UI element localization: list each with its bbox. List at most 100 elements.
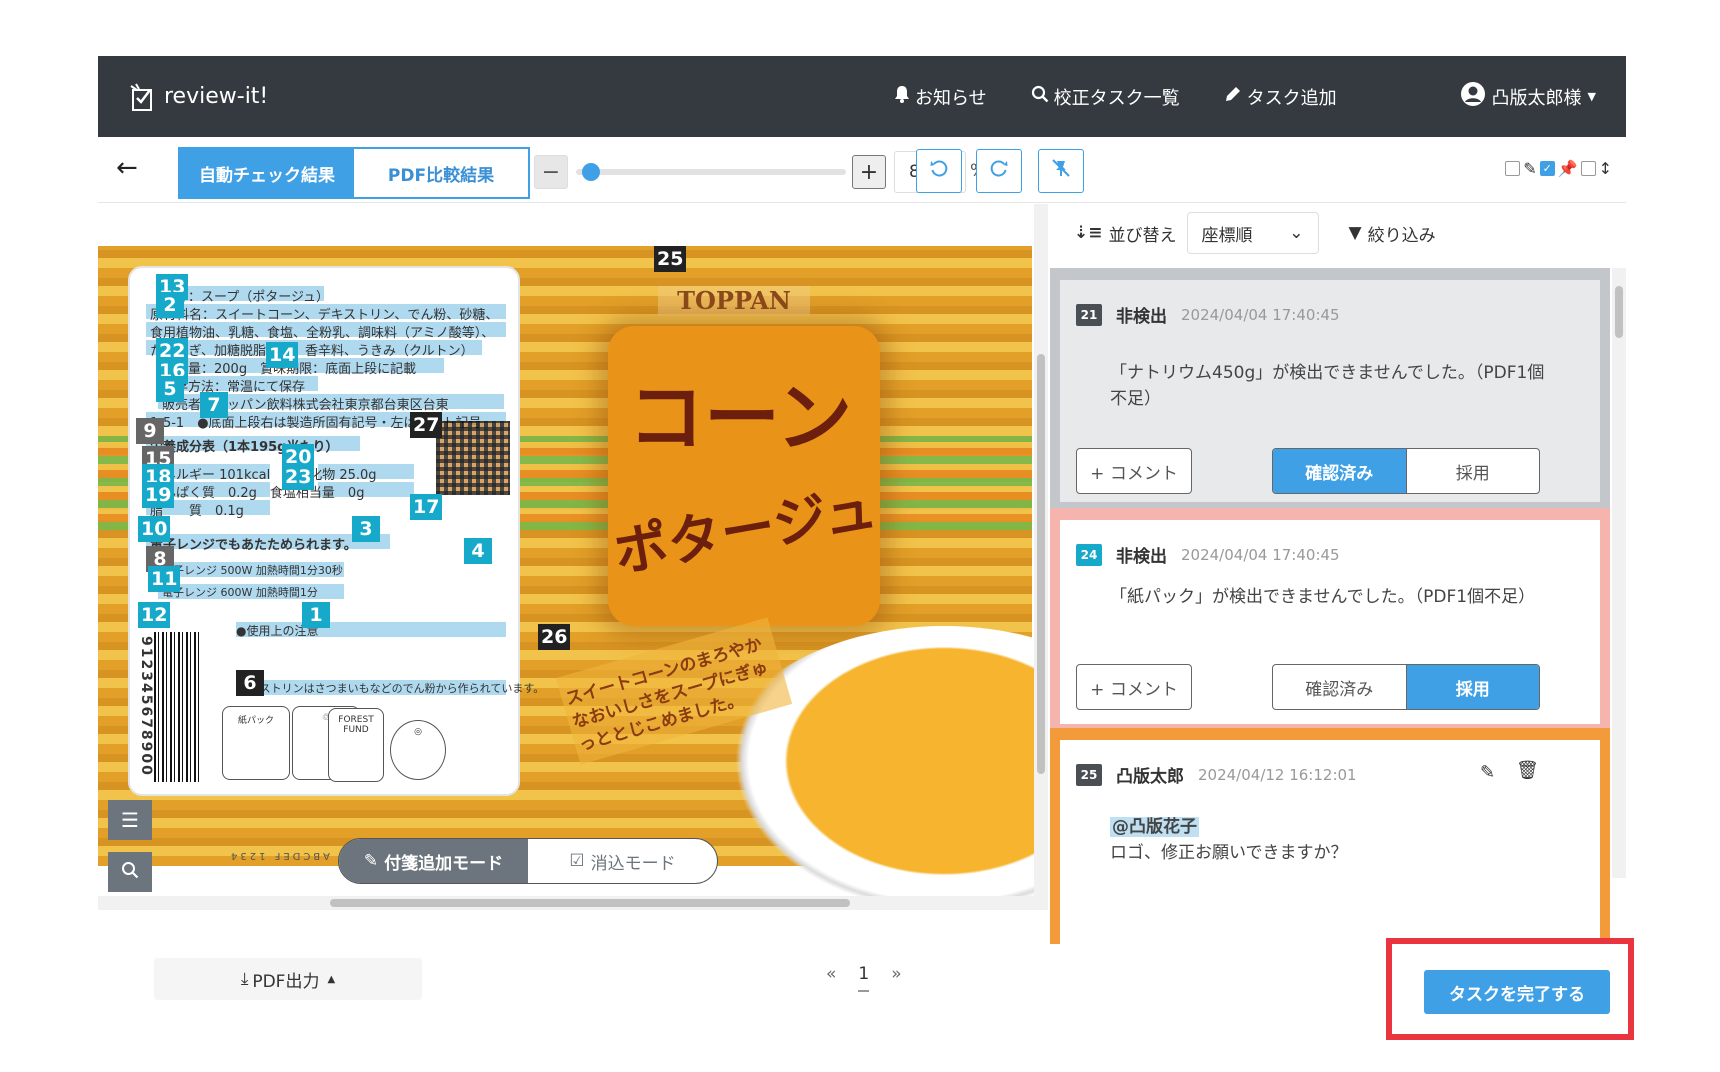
edit-pencil-icon[interactable]: ✎: [1480, 762, 1495, 783]
marker-tag[interactable]: 9: [136, 418, 164, 444]
label-line: デキストリンはさつまいもなどのでん粉から作られています。: [238, 682, 545, 695]
status-toggle: 確認済み 採用: [1272, 448, 1540, 494]
certification-mark-icon: ◎: [390, 720, 446, 780]
erase-mode-button[interactable]: ☑ 消込モード: [528, 839, 717, 883]
product-title-line2: ポタージュ: [609, 476, 882, 585]
marker-tag[interactable]: 25: [654, 246, 687, 272]
filter-button[interactable]: ▼ 絞り込み: [1349, 221, 1436, 246]
vertical-arrows-icon: ↕: [1598, 159, 1612, 178]
panel-scrollbar[interactable]: [1612, 268, 1626, 878]
label-line: たまねぎ、加糖脱脂粉乳、香辛料、うきみ（クルトン）: [150, 344, 474, 359]
product-title-box: コーン ポタージュ: [608, 326, 882, 626]
tab-auto-check[interactable]: 自動チェック結果: [180, 149, 354, 197]
filter-icon: ▼: [1348, 223, 1362, 243]
marker-tag[interactable]: 1: [302, 602, 330, 628]
marker-tag[interactable]: 14: [266, 342, 299, 368]
add-comment-button[interactable]: + コメント: [1076, 448, 1192, 494]
page-current[interactable]: 1: [858, 964, 870, 992]
toggle-checkbox-3[interactable]: [1580, 161, 1596, 176]
marker-tag[interactable]: 5: [156, 376, 184, 402]
barcode: [154, 632, 202, 782]
user-name: 凸版太郎様: [1491, 87, 1582, 109]
sort-select[interactable]: 座標順 ⌄: [1186, 212, 1319, 254]
brand-name: review-it!: [164, 84, 269, 109]
card-message: 「ナトリウム450g」が検出できませんでした。（PDF1個不足）: [1110, 363, 1545, 409]
user-avatar-icon: [1460, 81, 1486, 112]
product-title-line1: コーン: [628, 373, 853, 462]
marker-tag[interactable]: 3: [352, 516, 380, 542]
app-window: review-it! お知らせ 校正タスク一覧 タスク追加 凸版太郎様 ▼ ← …: [98, 56, 1626, 1022]
confirmed-button[interactable]: 確認済み: [1273, 449, 1406, 493]
viewer-horizontal-scrollbar[interactable]: [98, 896, 1034, 910]
marker-tag[interactable]: 27: [410, 412, 443, 438]
rotate-right-button[interactable]: [976, 149, 1022, 193]
results-panel: ⇣≡ 並び替え 座標順 ⌄ ▼ 絞り込み 21 非検出 2024/04/04 1…: [1050, 204, 1626, 944]
toggle-checkbox-2[interactable]: ✓: [1539, 161, 1555, 176]
tab-pdf-compare[interactable]: PDF比較結果: [354, 149, 528, 197]
marker-tag[interactable]: 26: [538, 624, 571, 650]
confirmed-button[interactable]: 確認済み: [1273, 665, 1406, 709]
results-list: 21 非検出 2024/04/04 17:40:45 「ナトリウム450g」が検…: [1050, 268, 1610, 944]
pen-icon: ✎: [1523, 159, 1537, 178]
toolbar: ← 自動チェック結果 PDF比較結果 − + % ✎ ✓: [98, 137, 1626, 203]
hide-markers-button[interactable]: [1038, 149, 1084, 193]
adopt-button[interactable]: 採用: [1405, 665, 1539, 709]
page-next[interactable]: »: [891, 964, 901, 992]
status-toggle: 確認済み 採用: [1272, 664, 1540, 710]
complete-task-button[interactable]: タスクを完了する: [1424, 970, 1610, 1014]
sort-icon: ⇣≡: [1074, 223, 1103, 243]
magnifier-button[interactable]: [108, 852, 152, 892]
marker-tag[interactable]: 7: [200, 392, 228, 418]
page-prev[interactable]: «: [826, 964, 836, 992]
zoom-in-button[interactable]: +: [852, 155, 886, 189]
marker-tag[interactable]: 19: [142, 482, 175, 508]
zoom-slider-track[interactable]: [576, 169, 846, 175]
add-comment-button[interactable]: + コメント: [1076, 664, 1192, 710]
marker-tag[interactable]: 11: [148, 566, 181, 592]
nav-notifications-label: お知らせ: [915, 87, 987, 109]
adopt-button[interactable]: 採用: [1405, 449, 1540, 493]
zoom-slider-handle[interactable]: [582, 163, 600, 181]
marker-tag[interactable]: 2: [156, 292, 184, 318]
card-date: 2024/04/12 16:12:01: [1198, 765, 1357, 784]
qr-code: [436, 421, 510, 495]
trash-icon[interactable]: 🗑: [1516, 760, 1539, 781]
thumbnail-toggle-button[interactable]: ☰: [108, 800, 152, 840]
card-number: 24: [1076, 543, 1102, 566]
rotate-cw-icon: [989, 158, 1009, 184]
comment-card: 25 凸版太郎 2024/04/12 16:12:01 ✎ 🗑 @凸版花子 ロゴ…: [1050, 728, 1610, 944]
brand[interactable]: review-it!: [128, 82, 268, 112]
search-icon: [1031, 85, 1049, 108]
pdf-viewer[interactable]: 名称：スープ（ポタージュ） 原材料名：スイートコーン、デキストリン、でん粉、砂糖…: [98, 204, 1048, 944]
nav-task-list[interactable]: 校正タスク一覧: [1031, 84, 1180, 110]
toggle-checkbox-1[interactable]: [1505, 161, 1521, 176]
card-type: 非検出: [1116, 547, 1167, 567]
user-menu[interactable]: 凸版太郎様 ▼: [1460, 56, 1596, 137]
pagination: « 1 »: [826, 964, 902, 992]
rotate-left-button[interactable]: [916, 149, 962, 193]
sort-label: ⇣≡ 並び替え: [1074, 223, 1177, 246]
card-message: 「紙パック」が検出できませんでした。（PDF1個不足）: [1110, 587, 1536, 607]
sticky-add-mode-button[interactable]: ✎ 付箋追加モード: [339, 839, 528, 883]
marker-off-icon: [1051, 158, 1071, 184]
nav-notifications[interactable]: お知らせ: [894, 84, 987, 110]
forest-fund-mark-icon: FOREST FUND: [328, 708, 384, 782]
card-number: 21: [1076, 303, 1102, 326]
mention: @凸版花子: [1110, 817, 1199, 837]
zoom-out-button[interactable]: −: [534, 155, 568, 189]
nav-add-task[interactable]: タスク追加: [1224, 84, 1337, 110]
marker-tag[interactable]: 17: [410, 494, 443, 520]
marker-tag[interactable]: 4: [464, 538, 492, 564]
card-number: 25: [1076, 763, 1102, 786]
marker-tag[interactable]: 23: [282, 464, 315, 490]
viewer-vertical-scrollbar[interactable]: [1034, 204, 1048, 910]
pdf-export-button[interactable]: ⤓ PDF出力 ▲: [154, 958, 422, 1000]
rotate-ccw-icon: [929, 158, 949, 184]
caret-down-icon: ▼: [1587, 90, 1596, 103]
marker-tag[interactable]: 6: [236, 670, 264, 696]
pin-icon: 📌: [1557, 159, 1578, 178]
marker-tag[interactable]: 12: [138, 602, 171, 628]
marker-tag[interactable]: 10: [138, 516, 171, 542]
card-type: 非検出: [1116, 307, 1167, 327]
back-arrow-icon[interactable]: ←: [116, 153, 138, 183]
